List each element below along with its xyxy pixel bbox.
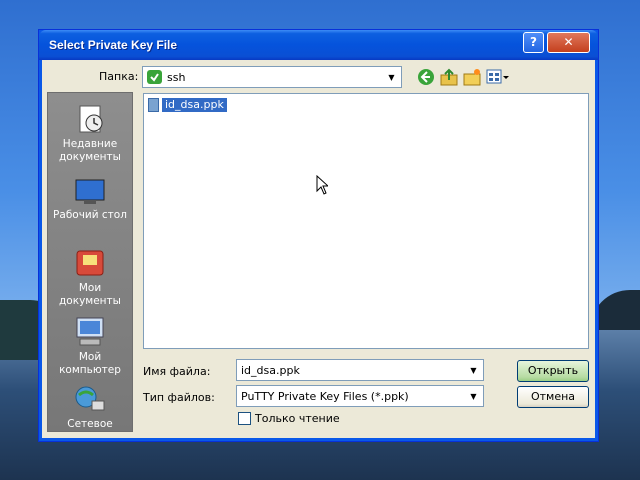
place-my-documents[interactable]: Мои документы <box>48 245 132 308</box>
filename-value: id_dsa.ppk <box>241 364 300 377</box>
up-folder-icon <box>440 68 458 86</box>
folder-icon <box>147 70 162 84</box>
dialog-title: Select Private Key File <box>49 38 178 52</box>
open-file-dialog: Select Private Key File ? ✕ Папка: ssh ▼… <box>38 29 599 442</box>
readonly-checkbox[interactable] <box>238 412 251 425</box>
mouse-cursor-icon <box>316 174 330 198</box>
help-button[interactable]: ? <box>523 32 544 53</box>
place-desktop[interactable]: Рабочий стол <box>48 178 132 222</box>
place-recent-documents[interactable]: Недавние документы <box>48 103 132 164</box>
recent-documents-icon <box>74 103 106 135</box>
close-button[interactable]: ✕ <box>547 32 590 53</box>
place-my-computer[interactable]: Мой компьютер <box>48 316 132 377</box>
cancel-button[interactable]: Отмена <box>517 386 589 408</box>
file-list[interactable]: id_dsa.ppk <box>143 93 589 349</box>
chevron-down-icon: ▼ <box>470 366 477 375</box>
place-label: Недавние документы <box>59 138 121 163</box>
view-menu-button[interactable] <box>486 68 510 86</box>
my-computer-icon <box>74 316 106 348</box>
filename-input[interactable]: id_dsa.ppk ▼ <box>236 359 484 381</box>
chevron-down-icon: ▼ <box>388 73 395 82</box>
place-label: Рабочий стол <box>53 209 127 221</box>
filetype-label: Тип файлов: <box>143 391 215 404</box>
readonly-label: Только чтение <box>255 412 340 425</box>
place-label: Мои документы <box>59 282 121 307</box>
desktop-icon <box>74 178 106 206</box>
my-documents-icon <box>74 245 106 279</box>
lookin-dropdown[interactable]: ssh ▼ <box>142 66 402 88</box>
back-button[interactable] <box>417 68 435 86</box>
place-label: Мой компьютер <box>59 351 121 376</box>
lookin-value: ssh <box>167 71 186 84</box>
filetype-value: PuTTY Private Key Files (*.ppk) <box>241 390 409 403</box>
title-bar[interactable]: Select Private Key File ? ✕ <box>39 30 598 60</box>
new-folder-button[interactable] <box>463 68 481 86</box>
filetype-dropdown[interactable]: PuTTY Private Key Files (*.ppk) ▼ <box>236 385 484 407</box>
open-button[interactable]: Открыть <box>517 360 589 382</box>
place-label: Сетевое <box>67 418 113 430</box>
place-network[interactable]: Сетевое <box>48 385 132 431</box>
back-icon <box>418 69 434 85</box>
lookin-label: Папка: <box>99 70 139 83</box>
file-name: id_dsa.ppk <box>162 98 227 112</box>
network-icon <box>74 385 106 415</box>
filename-label: Имя файла: <box>143 365 211 378</box>
chevron-down-icon: ▼ <box>470 392 477 401</box>
file-icon <box>148 98 159 112</box>
view-menu-icon <box>486 69 509 84</box>
new-folder-icon <box>463 69 481 86</box>
up-folder-button[interactable] <box>440 68 458 86</box>
places-bar: Недавние документы Рабочий стол Мои доку… <box>47 92 133 432</box>
